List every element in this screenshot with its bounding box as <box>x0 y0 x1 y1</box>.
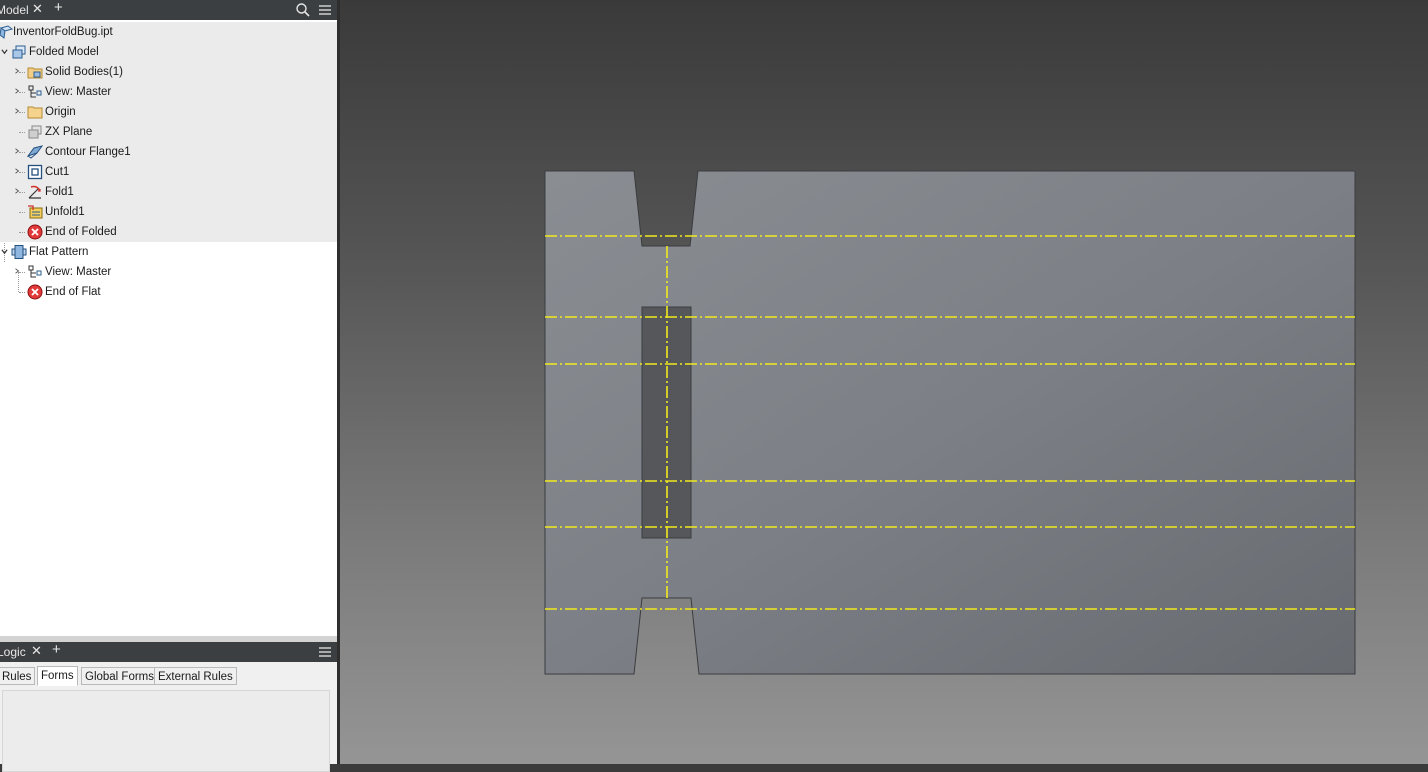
tree-node-label: View: Master <box>45 266 112 278</box>
origin-folder-icon <box>27 106 43 119</box>
fold-icon <box>28 185 41 199</box>
tree-node-label: Cut1 <box>45 166 70 178</box>
tree-node-label: Folded Model <box>29 46 99 58</box>
logic-panel-header: Logic ✕ + <box>0 641 340 662</box>
tree-node-contour-flange[interactable]: Contour Flange1 <box>0 142 337 162</box>
tree-node-label: View: Master <box>45 86 112 98</box>
tree-node-label: Origin <box>45 106 76 118</box>
tree-node-label: Solid Bodies(1) <box>45 66 123 78</box>
hamburger-menu-icon[interactable] <box>317 644 333 660</box>
tree-node-label: End of Flat <box>45 286 101 298</box>
chevron-down-icon[interactable] <box>1 248 8 255</box>
hamburger-menu-icon[interactable] <box>317 2 333 18</box>
chevron-right-icon[interactable] <box>14 68 20 74</box>
tab-global-forms[interactable]: Global Forms <box>81 667 159 685</box>
tree-node-fold[interactable]: Fold1 <box>0 182 337 202</box>
end-of-part-icon <box>27 224 43 240</box>
tab-external-rules[interactable]: External Rules <box>154 667 237 685</box>
unfold-icon <box>28 205 43 219</box>
model-browser: Model ✕ + InventorFoldBug.ipt Folded Mod… <box>0 0 340 636</box>
search-icon[interactable] <box>295 2 311 18</box>
view-rep-icon <box>28 85 42 98</box>
tree-node-solid-bodies[interactable]: Solid Bodies(1) <box>0 62 337 82</box>
close-icon[interactable]: ✕ <box>32 1 43 17</box>
tab-rules[interactable]: Rules <box>0 667 36 685</box>
browser-tree: InventorFoldBug.ipt Folded Model Solid B… <box>0 22 337 302</box>
work-plane-icon <box>28 125 42 139</box>
tree-node-origin[interactable]: Origin <box>0 102 337 122</box>
chevron-right-icon[interactable] <box>14 188 20 194</box>
flat-pattern-icon <box>11 245 27 259</box>
tree-node-cut[interactable]: Cut1 <box>0 162 337 182</box>
ilogic-panel: Rules Forms Global Forms External Rules <box>0 662 337 772</box>
chevron-right-icon[interactable] <box>14 168 20 174</box>
tree-node-label: Unfold1 <box>45 206 85 218</box>
chevron-right-icon[interactable] <box>14 268 20 274</box>
tree-node-end-of-folded[interactable]: End of Folded <box>0 222 337 242</box>
tree-node-flat-view-master[interactable]: View: Master <box>0 262 337 282</box>
chevron-right-icon[interactable] <box>14 88 20 94</box>
tree-node-label: Fold1 <box>45 186 74 198</box>
tree-node-root[interactable]: InventorFoldBug.ipt <box>0 22 337 42</box>
cut-icon <box>27 164 43 180</box>
logic-tab[interactable]: Logic <box>0 645 26 659</box>
tree-node-label: ZX Plane <box>45 126 93 138</box>
folded-model-icon <box>12 45 26 59</box>
model-panel-header: Model ✕ + <box>0 0 340 20</box>
tree-node-label: Contour Flange1 <box>45 146 131 158</box>
part-icon <box>0 25 14 39</box>
tree-node-view-master[interactable]: View: Master <box>0 82 337 102</box>
flat-pattern-sheet[interactable] <box>340 0 1428 764</box>
end-of-part-icon <box>27 284 43 300</box>
model-tab[interactable]: Model <box>0 3 29 17</box>
solid-bodies-folder-icon <box>27 67 43 79</box>
chevron-down-icon[interactable] <box>1 48 8 55</box>
tree-node-label: Flat Pattern <box>29 246 89 258</box>
plus-icon[interactable]: + <box>52 641 61 658</box>
tree-node-unfold[interactable]: Unfold1 <box>0 202 337 222</box>
tree-node-flat-pattern[interactable]: Flat Pattern <box>0 242 337 262</box>
tree-node-end-of-flat[interactable]: End of Flat <box>0 282 337 302</box>
contour-flange-icon <box>27 145 43 159</box>
view-rep-icon <box>28 265 42 278</box>
chevron-right-icon[interactable] <box>14 148 20 154</box>
graphics-viewport[interactable] <box>340 0 1428 764</box>
plus-icon[interactable]: + <box>54 0 63 16</box>
close-icon[interactable]: ✕ <box>31 643 42 659</box>
chevron-right-icon[interactable] <box>14 108 20 114</box>
tab-forms[interactable]: Forms <box>37 666 78 686</box>
tree-node-label: InventorFoldBug.ipt <box>13 26 113 38</box>
tree-node-zx-plane[interactable]: ZX Plane <box>0 122 337 142</box>
tree-node-label: End of Folded <box>45 226 117 238</box>
tree-node-folded-model[interactable]: Folded Model <box>0 42 337 62</box>
forms-content-area <box>2 690 330 772</box>
